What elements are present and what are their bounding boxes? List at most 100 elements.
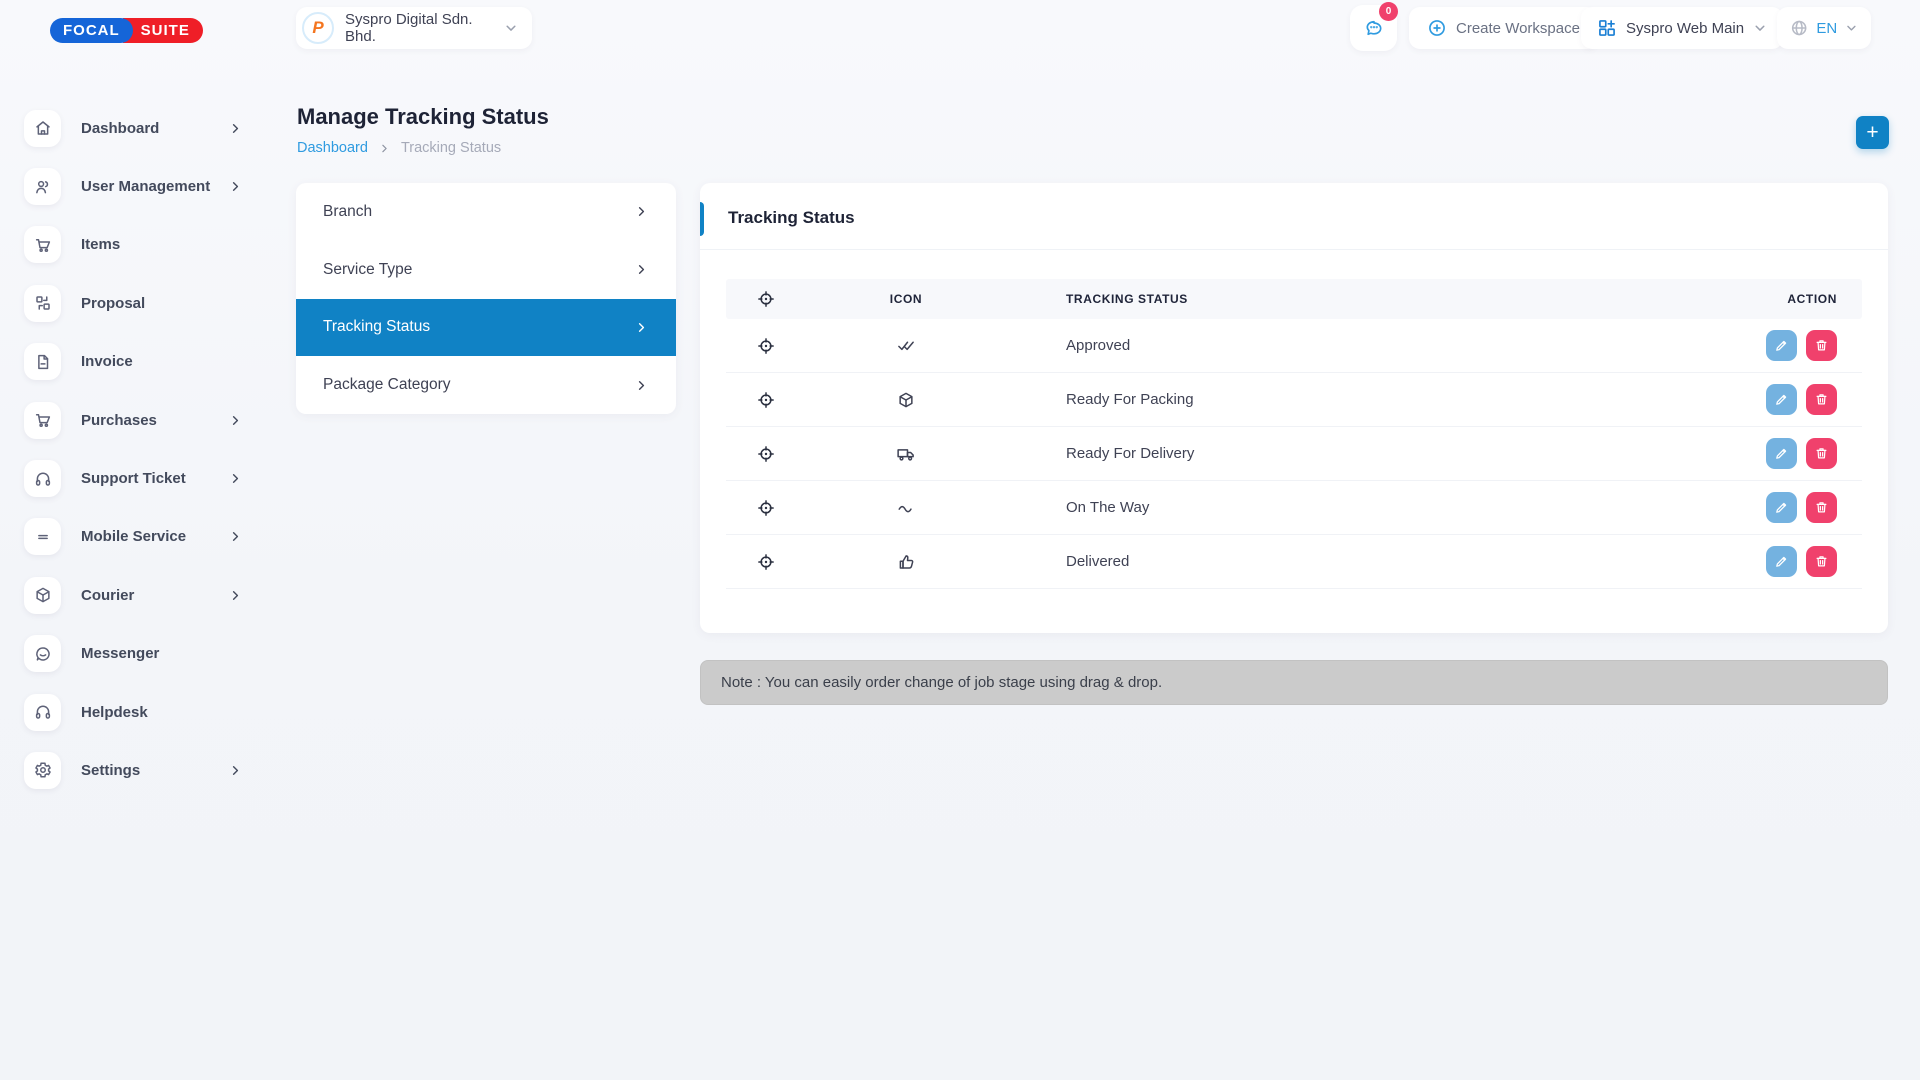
settings-menu-item-service-type[interactable]: Service Type <box>296 241 676 299</box>
delete-button[interactable] <box>1806 438 1837 469</box>
drag-handle-icon[interactable] <box>757 337 775 355</box>
edit-button[interactable] <box>1766 546 1797 577</box>
sidebar-item-label: Dashboard <box>81 120 229 137</box>
sidebar-item-label: Items <box>81 236 242 253</box>
edit-button[interactable] <box>1766 384 1797 415</box>
chevron-right-icon <box>229 180 242 193</box>
page-title: Manage Tracking Status <box>297 104 549 130</box>
tracking-status-row-on-the-way: On The Way <box>726 481 1862 535</box>
pencil-icon <box>1774 446 1789 461</box>
truck-icon <box>897 445 915 463</box>
tracking-status-name: Approved <box>1006 337 1662 354</box>
drag-handle-icon[interactable] <box>757 391 775 409</box>
tracking-status-name: Ready For Packing <box>1006 391 1662 408</box>
table-body: Approved Ready For Packing Ready For Deliv… <box>726 319 1862 589</box>
sidebar-item-settings[interactable]: Settings <box>0 741 296 799</box>
drag-handle-icon[interactable] <box>757 499 775 517</box>
add-tracking-status-button[interactable]: + <box>1856 116 1889 149</box>
breadcrumb-current: Tracking Status <box>401 140 501 156</box>
cart-icon <box>24 402 61 439</box>
drag-handle-icon[interactable] <box>757 445 775 463</box>
edit-button[interactable] <box>1766 438 1797 469</box>
divider <box>700 249 1888 250</box>
chevron-right-icon <box>229 589 242 602</box>
table-header-drag <box>726 290 806 308</box>
home-icon <box>24 110 61 147</box>
tracking-status-name: On The Way <box>1006 499 1662 516</box>
headset-icon <box>24 694 61 731</box>
sidebar-item-user-management[interactable]: User Management <box>0 157 296 215</box>
table-header-action: ACTION <box>1662 292 1862 306</box>
chevron-right-icon <box>635 379 648 392</box>
create-workspace-button[interactable]: Create Workspace <box>1409 7 1598 49</box>
edit-button[interactable] <box>1766 492 1797 523</box>
pencil-icon <box>1774 392 1789 407</box>
breadcrumb-dashboard-link[interactable]: Dashboard <box>297 140 368 156</box>
create-workspace-label: Create Workspace <box>1456 20 1580 37</box>
settings-menu-item-tracking-status[interactable]: Tracking Status <box>296 299 676 357</box>
sidebar-item-label: Messenger <box>81 645 242 662</box>
chevron-right-icon <box>635 263 648 276</box>
sidebar-item-label: Proposal <box>81 295 242 312</box>
double-check-icon <box>897 337 915 355</box>
workspace-selector[interactable]: P Syspro Digital Sdn. Bhd. <box>296 7 532 49</box>
globe-icon <box>1790 18 1808 38</box>
trash-icon <box>1814 500 1829 515</box>
users-icon <box>24 168 61 205</box>
settings-menu-item-branch[interactable]: Branch <box>296 183 676 241</box>
logo-suite: SUITE <box>123 18 203 43</box>
gear-icon <box>24 752 61 789</box>
chevron-right-icon <box>229 530 242 543</box>
delete-button[interactable] <box>1806 330 1837 361</box>
delete-button[interactable] <box>1806 492 1837 523</box>
wave-icon <box>897 499 915 517</box>
menu-item-label: Package Category <box>323 376 451 394</box>
edit-button[interactable] <box>1766 330 1797 361</box>
sidebar-item-courier[interactable]: Courier <box>0 566 296 624</box>
sidebar-item-label: Helpdesk <box>81 704 242 721</box>
sidebar-item-invoice[interactable]: Invoice <box>0 333 296 391</box>
pencil-icon <box>1774 338 1789 353</box>
workspace-name: Syspro Digital Sdn. Bhd. <box>345 11 493 45</box>
menu-item-label: Tracking Status <box>323 318 430 336</box>
sidebar-item-mobile-service[interactable]: Mobile Service <box>0 508 296 566</box>
chevron-down-icon <box>1845 21 1858 35</box>
sidebar-item-label: User Management <box>81 178 229 195</box>
tracking-status-row-approved: Approved <box>726 319 1862 373</box>
delete-button[interactable] <box>1806 546 1837 577</box>
sidebar-item-purchases[interactable]: Purchases <box>0 391 296 449</box>
tracking-status-name: Ready For Delivery <box>1006 445 1662 462</box>
focal-suite-logo: FOCAL SUITE <box>50 18 203 43</box>
settings-menu-card: BranchService Type Tracking Status Package… <box>296 183 676 414</box>
table-header-icon: ICON <box>806 292 1006 306</box>
tracking-status-row-ready-for-packing: Ready For Packing <box>726 373 1862 427</box>
sidebar-item-messenger[interactable]: Messenger <box>0 625 296 683</box>
sidebar-item-label: Invoice <box>81 353 242 370</box>
language-code: EN <box>1816 20 1837 37</box>
sidebar-item-items[interactable]: Items <box>0 216 296 274</box>
workspace-switcher[interactable]: Syspro Web Main <box>1581 7 1783 49</box>
settings-menu-item-package-category[interactable]: Package Category <box>296 356 676 414</box>
panel-header: Tracking Status <box>700 183 1888 249</box>
delete-button[interactable] <box>1806 384 1837 415</box>
chevron-right-icon <box>379 143 390 154</box>
sidebar-item-dashboard[interactable]: Dashboard <box>0 99 296 157</box>
sidebar-item-label: Purchases <box>81 412 229 429</box>
app-window: FOCAL SUITE P Syspro Digital Sdn. Bhd. 0… <box>0 0 1920 1080</box>
trash-icon <box>1814 392 1829 407</box>
tracking-status-row-delivered: Delivered <box>726 535 1862 589</box>
sidebar-item-helpdesk[interactable]: Helpdesk <box>0 683 296 741</box>
sidebar-item-label: Mobile Service <box>81 528 229 545</box>
language-selector[interactable]: EN <box>1777 7 1871 49</box>
tracking-status-name: Delivered <box>1006 553 1662 570</box>
sidebar-item-support-ticket[interactable]: Support Ticket <box>0 449 296 507</box>
thumbs-up-icon <box>897 553 915 571</box>
swap-grid-icon <box>24 285 61 322</box>
sidebar-item-proposal[interactable]: Proposal <box>0 274 296 332</box>
trash-icon <box>1814 338 1829 353</box>
chevron-down-icon <box>1753 21 1767 35</box>
drag-handle-icon[interactable] <box>757 553 775 571</box>
sidebar-item-label: Courier <box>81 587 229 604</box>
chevron-right-icon <box>229 122 242 135</box>
file-icon <box>24 343 61 380</box>
